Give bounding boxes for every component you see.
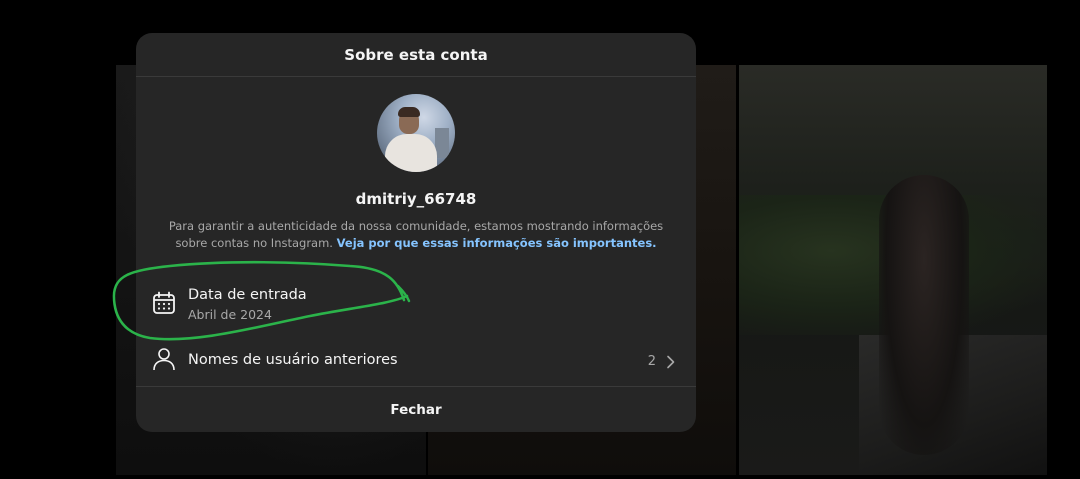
about-account-dialog: Sobre esta conta dmitriy_66748 Para gara… [136, 33, 696, 432]
chevron-right-icon [667, 355, 675, 369]
account-username: dmitriy_66748 [355, 190, 477, 208]
why-info-matters-link[interactable]: Veja por que essas informações são impor… [337, 236, 657, 250]
previous-usernames-count: 2 [647, 354, 656, 369]
authenticity-info: Para garantir a autenticidade da nossa c… [166, 218, 666, 252]
close-button[interactable]: Fechar [136, 386, 696, 432]
dialog-title: Sobre esta conta [344, 45, 488, 64]
join-date-label: Data de entrada [188, 287, 307, 303]
previous-usernames-label: Nomes de usuário anteriores [188, 352, 398, 368]
dialog-header: Sobre esta conta [136, 33, 696, 77]
join-date-row: Data de entrada Abril de 2024 [136, 281, 696, 329]
previous-usernames-row[interactable]: Nomes de usuário anteriores 2 [136, 337, 696, 385]
profile-avatar [377, 94, 455, 172]
person-icon [153, 348, 175, 371]
calendar-icon [153, 291, 175, 314]
close-button-label: Fechar [390, 402, 442, 418]
background-post-photo-right [739, 65, 1047, 475]
join-date-value: Abril de 2024 [188, 307, 272, 322]
